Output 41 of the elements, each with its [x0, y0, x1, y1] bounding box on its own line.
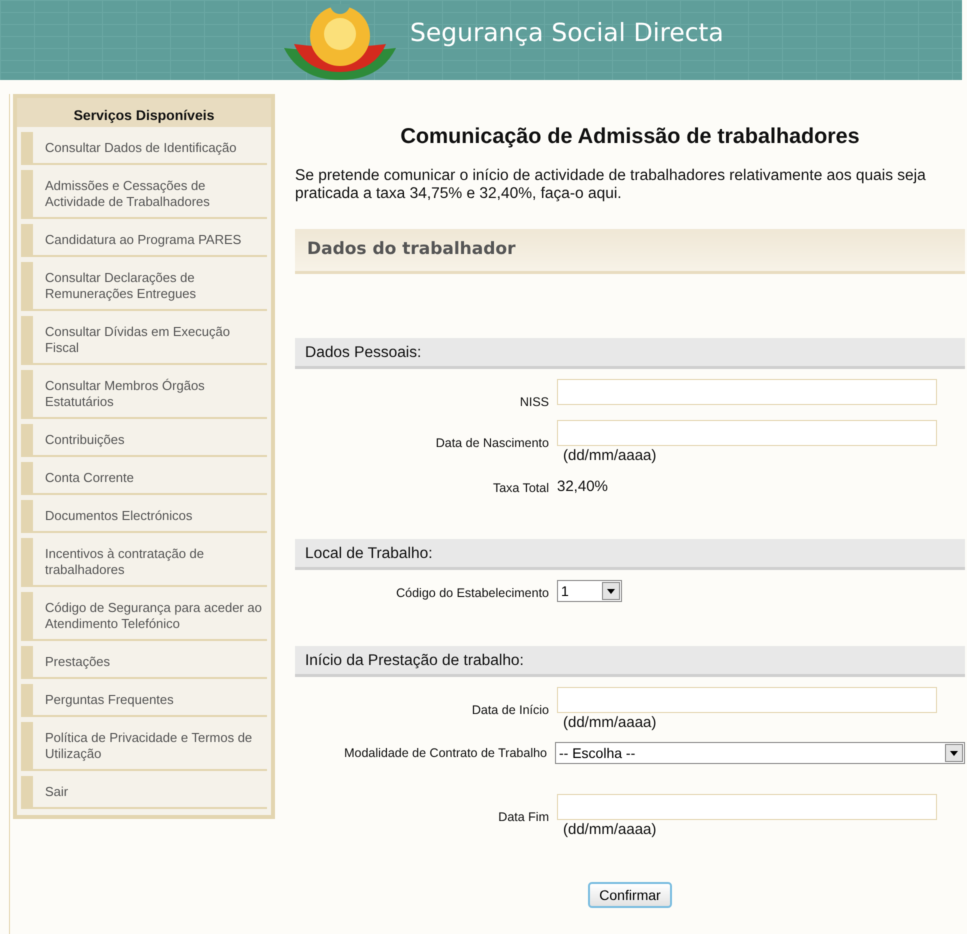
field-label: Data Fim	[497, 809, 549, 824]
sidebar-item[interactable]: Consultar Dívidas em Execução Fiscal	[21, 316, 267, 365]
panel-heading: Dados do trabalhador	[295, 229, 965, 274]
sidebar-item[interactable]: Política de Privacidade e Termos de Utilização	[21, 722, 267, 771]
input-field[interactable]	[557, 687, 937, 713]
dropdown[interactable]: 1	[557, 580, 622, 602]
date-format-hint: (dd/mm/aaaa)	[562, 714, 658, 731]
field-label: Código do Estabelecimento	[395, 585, 549, 600]
field-label: Taxa Total	[492, 480, 549, 495]
date-format-hint: (dd/mm/aaaa)	[562, 447, 658, 464]
intro-text: Se pretende comunicar o início de actividade de trabalhadores relativamente aos quais seja praticada a taxa 34,75% e 32,40%, faça-o aqui.	[295, 167, 927, 203]
page-title: Comunicação de Admissão de trabalhadores	[399, 124, 861, 149]
section-heading: Dados Pessoais:	[295, 338, 965, 369]
confirm-button[interactable]: Confirmar	[588, 882, 672, 908]
field-label: NISS	[518, 394, 549, 409]
sidebar-item[interactable]: Prestações	[21, 646, 267, 679]
input-field[interactable]	[557, 420, 937, 446]
sidebar-item[interactable]: Consultar Dados de Identificação	[21, 132, 267, 165]
sidebar-item[interactable]: Admissões e Cessações de Actividade de Trabalhadores	[21, 170, 267, 219]
field-value: 32,40%	[557, 477, 608, 495]
input-field[interactable]	[557, 794, 937, 820]
sidebar-item[interactable]: Código de Segurança para aceder ao Atendimento Telefónico	[21, 592, 267, 641]
field-label: Modalidade de Contrato de Trabalho	[343, 745, 547, 760]
sidebar-item[interactable]: Sair	[21, 776, 267, 809]
sidebar-item[interactable]: Consultar Declarações de Remunerações Entregues	[21, 262, 267, 311]
field-label: Data de Início	[470, 702, 549, 717]
section-heading: Início da Prestação de trabalho:	[295, 646, 965, 677]
sidebar-item[interactable]: Incentivos à contratação de trabalhadores	[21, 538, 267, 587]
input-field[interactable]	[557, 379, 937, 405]
sidebar-item[interactable]: Perguntas Frequentes	[21, 684, 267, 717]
field-label: Data de Nascimento	[434, 435, 549, 450]
sidebar-title: Serviços Disponíveis	[17, 98, 271, 127]
sidebar-item[interactable]: Consultar Membros Órgãos Estatutários	[21, 370, 267, 419]
sidebar-item[interactable]: Conta Corrente	[21, 462, 267, 495]
sidebar-item[interactable]: Contribuições	[21, 424, 267, 457]
date-format-hint: (dd/mm/aaaa)	[562, 821, 658, 838]
section-heading: Local de Trabalho:	[295, 539, 965, 570]
dropdown[interactable]: -- Escolha --	[555, 742, 965, 764]
site-title: Segurança Social Directa	[410, 18, 724, 46]
sidebar-item[interactable]: Documentos Electrónicos	[21, 500, 267, 533]
sidebar-item[interactable]: Candidatura ao Programa PARES	[21, 224, 267, 257]
